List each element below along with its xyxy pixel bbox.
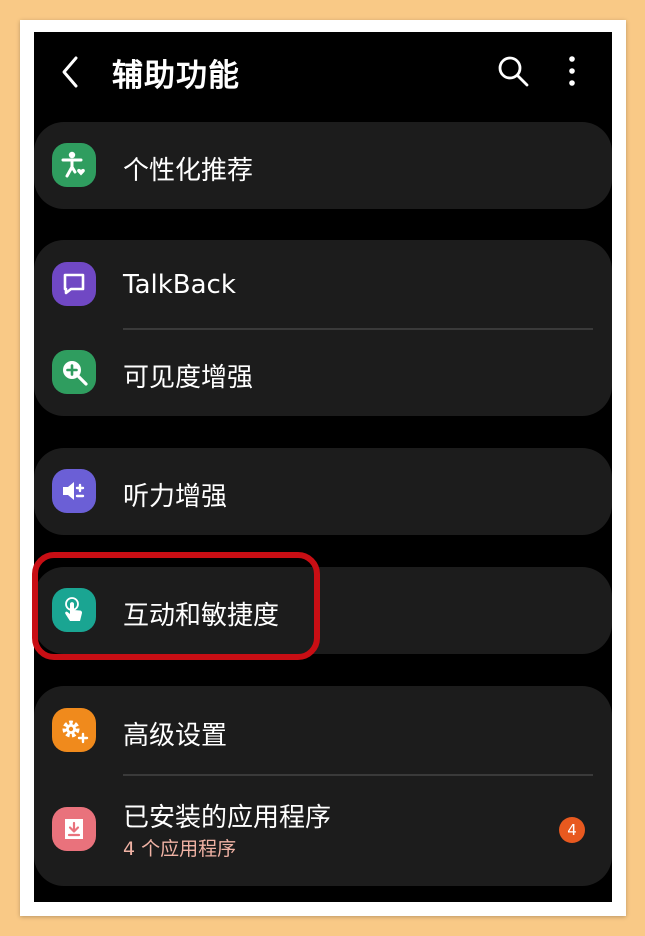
list-item-sublabel: 4 个应用程序	[123, 838, 237, 860]
accessibility-person-heart-icon	[52, 143, 96, 187]
download-tray-icon	[52, 807, 96, 851]
list-item-label: 听力增强	[123, 482, 228, 512]
accessibility-screen: 辅助功能 个性化推荐 TalkBack 可见度增强 听力增强 互动和敏捷度 高级…	[34, 32, 612, 902]
highlight-box	[32, 552, 320, 660]
page-title: 辅助功能	[112, 58, 240, 94]
card-personalized: 个性化推荐	[34, 122, 612, 209]
list-item-advanced-settings[interactable]: 高级设置	[34, 686, 612, 774]
chevron-left-icon	[62, 56, 78, 88]
card-advanced: 高级设置 已安装的应用程序 4 个应用程序 4	[34, 686, 612, 886]
list-item-label: TalkBack	[123, 270, 236, 300]
speaker-plus-minus-icon	[52, 469, 96, 513]
list-item-talkback[interactable]: TalkBack	[34, 240, 612, 328]
more-vertical-icon	[569, 56, 575, 86]
list-item-label: 可见度增强	[123, 363, 254, 393]
list-item-visibility-enhancements[interactable]: 可见度增强	[34, 329, 612, 416]
list-item-label: 个性化推荐	[123, 156, 254, 186]
back-button[interactable]	[56, 54, 86, 90]
card-vision: TalkBack 可见度增强	[34, 240, 612, 416]
app-bar: 辅助功能	[34, 32, 612, 112]
notification-badge: 4	[559, 817, 585, 843]
search-icon	[498, 56, 529, 87]
list-item-label: 已安装的应用程序	[123, 803, 332, 833]
talkback-message-icon	[52, 262, 96, 306]
search-button[interactable]	[496, 54, 530, 88]
card-hearing: 听力增强	[34, 448, 612, 535]
list-item-installed-apps[interactable]: 已安装的应用程序 4 个应用程序 4	[34, 775, 612, 886]
list-item-personalized-recommendations[interactable]: 个性化推荐	[34, 122, 612, 209]
list-item-hearing-enhancements[interactable]: 听力增强	[34, 448, 612, 535]
magnifier-plus-icon	[52, 350, 96, 394]
gear-plus-icon	[52, 708, 96, 752]
list-item-label: 高级设置	[123, 721, 228, 751]
more-options-button[interactable]	[560, 54, 584, 88]
